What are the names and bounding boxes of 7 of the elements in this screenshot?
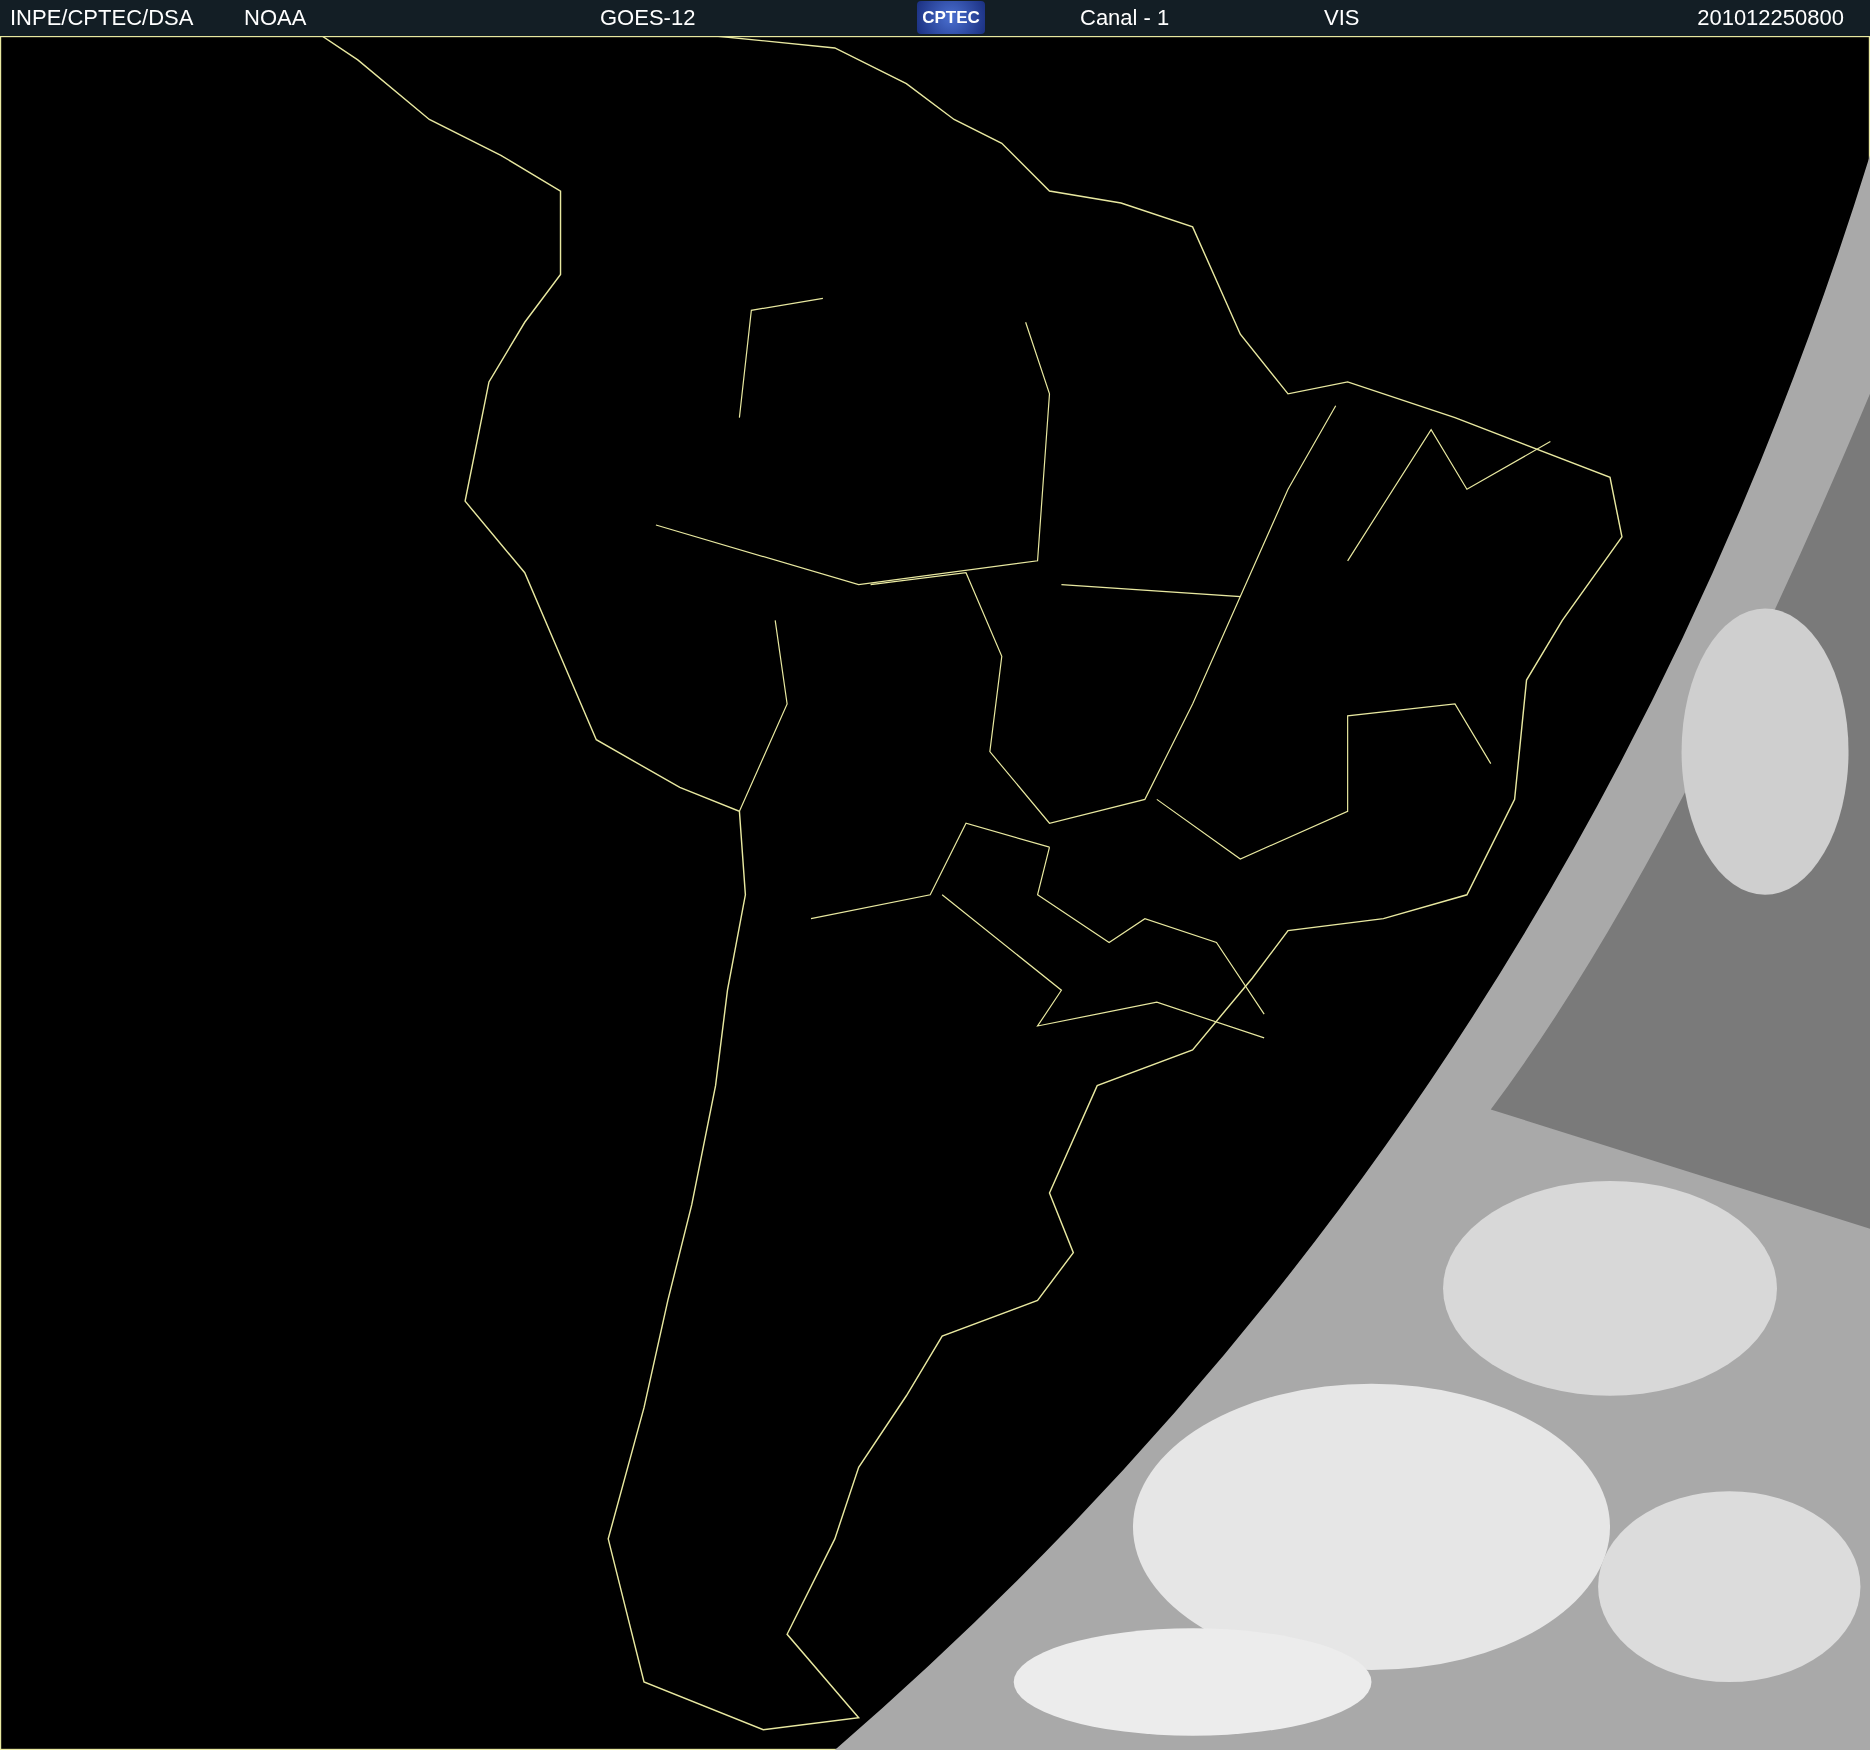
satellite-label: GOES-12 xyxy=(600,6,696,30)
channel-label: Canal - 1 xyxy=(1080,6,1170,30)
timestamp-label: 201012250800 xyxy=(1697,6,1844,30)
source-label: INPE/CPTEC/DSA xyxy=(10,6,194,30)
logo: CPTEC xyxy=(917,1,985,34)
band-label: VIS xyxy=(1324,6,1360,30)
agency-label: NOAA xyxy=(244,6,307,30)
